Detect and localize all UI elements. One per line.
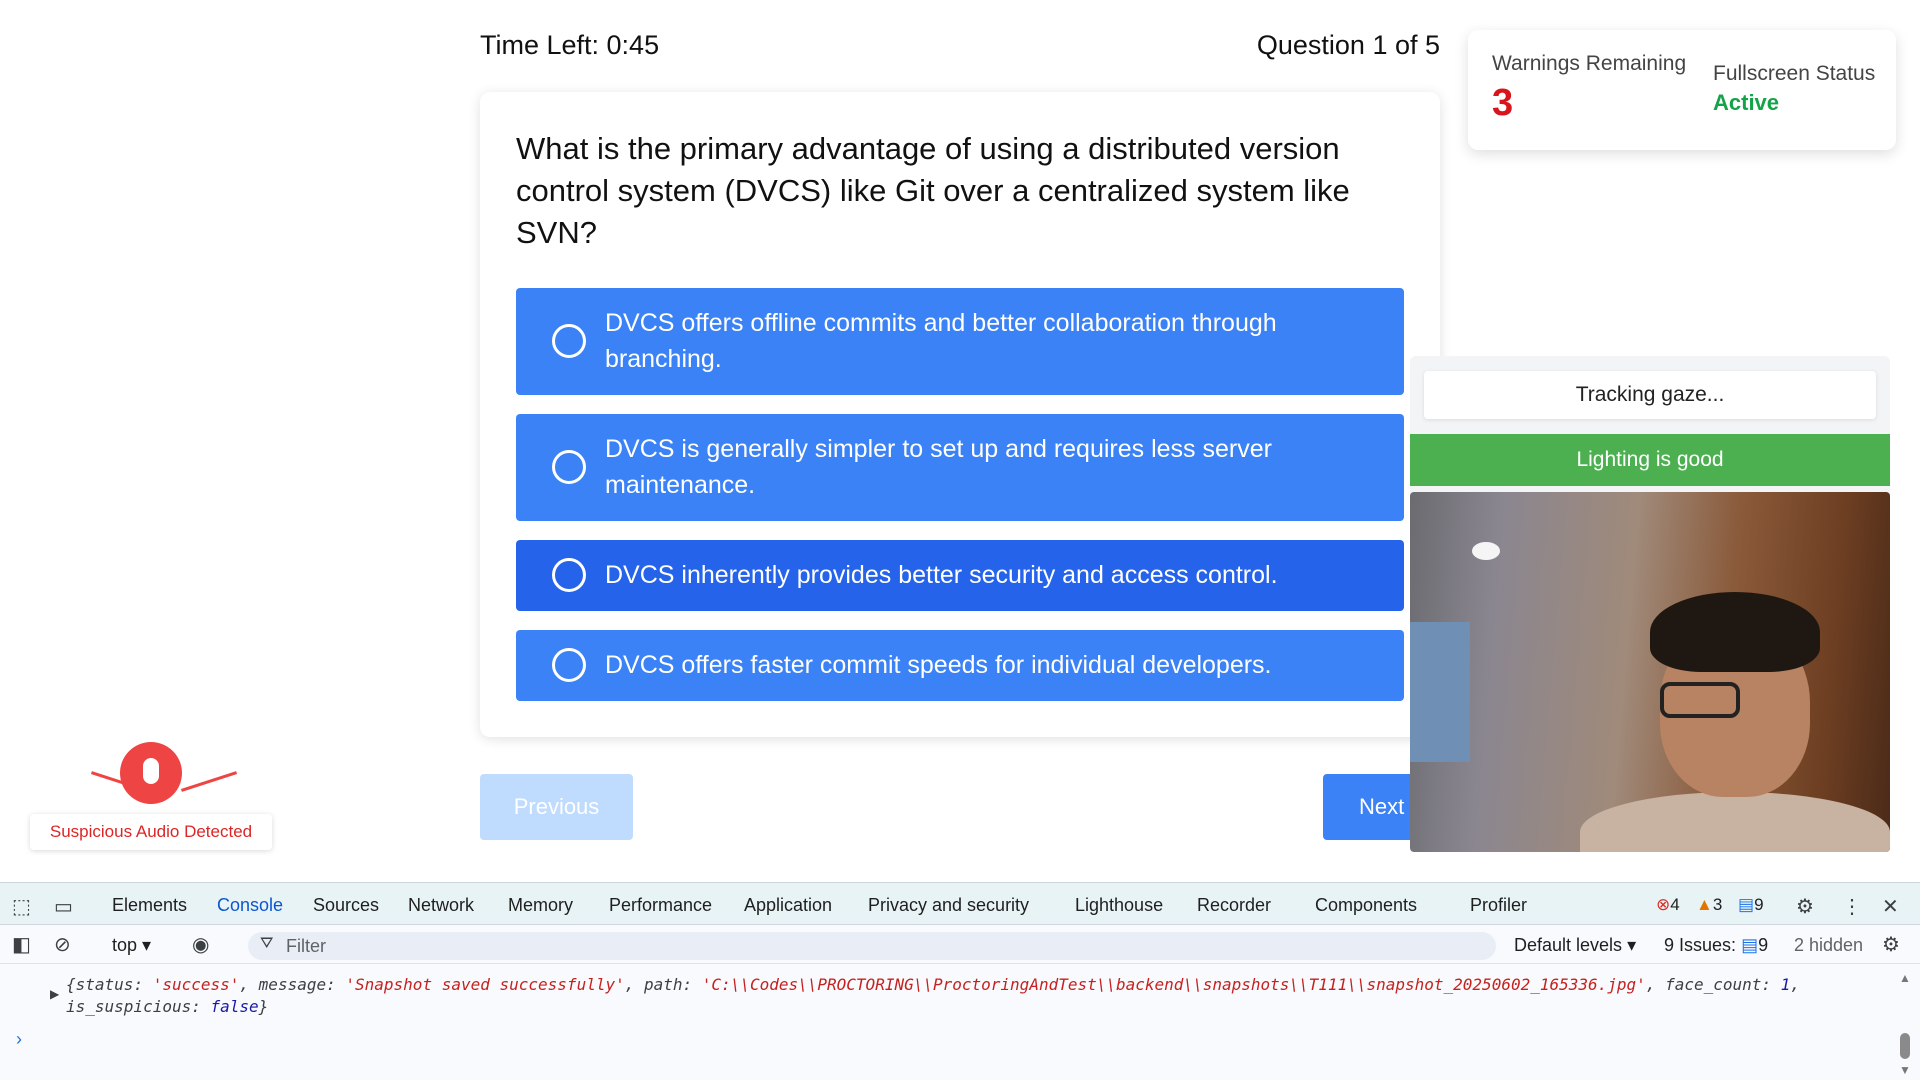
radio-icon[interactable]: [552, 558, 586, 592]
tab-performance[interactable]: Performance: [609, 895, 712, 916]
hidden-count: 2 hidden: [1794, 935, 1864, 955]
person-shoulders: [1580, 792, 1890, 852]
console-log-line-cont: is_suspicious: false}: [66, 997, 269, 1016]
warnings-label: Warnings Remaining: [1492, 52, 1687, 75]
settings-gear-icon[interactable]: ⚙: [1796, 894, 1814, 919]
tab-components[interactable]: Components: [1315, 895, 1417, 916]
tab-memory[interactable]: Memory: [508, 895, 573, 916]
filter-icon: ⛛: [260, 935, 274, 952]
context-selector[interactable]: top ▾: [112, 935, 151, 956]
clear-console-icon[interactable]: ⊘: [54, 932, 71, 957]
message-count-badge[interactable]: ▤9: [1738, 895, 1764, 915]
ceiling-light: [1472, 542, 1500, 560]
option-label: DVCS is generally simpler to set up and …: [605, 435, 1272, 499]
option-label: DVCS offers offline commits and better c…: [605, 309, 1277, 373]
glasses: [1660, 682, 1740, 718]
tab-elements[interactable]: Elements: [112, 895, 187, 916]
webcam-feed: [1410, 492, 1890, 852]
answer-option-1[interactable]: DVCS offers offline commits and better c…: [516, 288, 1404, 395]
sidebar-toggle-icon[interactable]: ◧: [12, 932, 31, 957]
close-icon[interactable]: ✕: [1882, 894, 1899, 919]
warnings-value: 3: [1492, 82, 1514, 124]
gaze-status: Tracking gaze...: [1424, 371, 1876, 419]
expand-arrow-icon[interactable]: ▶: [50, 987, 59, 1001]
proctor-panel: Tracking gaze... Lighting is good: [1410, 356, 1890, 852]
filter-input[interactable]: ⛛ Filter: [248, 932, 1496, 960]
error-count-badge[interactable]: ⊗4: [1656, 895, 1680, 915]
console-output: ▶ {status: 'success', message: 'Snapshot…: [0, 965, 1920, 1080]
person-hair: [1650, 592, 1820, 672]
log-levels-dropdown[interactable]: Default levels ▾: [1514, 935, 1636, 956]
window-shape: [1410, 622, 1470, 762]
question-card: What is the primary advantage of using a…: [480, 92, 1440, 737]
tab-network[interactable]: Network: [408, 895, 474, 916]
question-text: What is the primary advantage of using a…: [516, 131, 1350, 250]
time-left: Time Left: 0:45: [480, 30, 660, 60]
scroll-up-icon[interactable]: ▲: [1899, 971, 1911, 985]
microphone-icon: [120, 742, 182, 804]
radio-icon[interactable]: [552, 450, 586, 484]
tab-lighthouse[interactable]: Lighthouse: [1075, 895, 1163, 916]
eye-icon[interactable]: ◉: [192, 932, 209, 957]
answer-option-4[interactable]: DVCS offers faster commit speeds for ind…: [516, 630, 1404, 701]
devtools-panel: ⬚ ▭ Elements Console Sources Network Mem…: [0, 882, 1920, 1080]
question-counter: Question 1 of 5: [1256, 30, 1440, 60]
fullscreen-value: Active: [1713, 90, 1780, 115]
tab-recorder[interactable]: Recorder: [1197, 895, 1271, 916]
previous-button[interactable]: Previous: [480, 774, 633, 840]
tab-application[interactable]: Application: [744, 895, 832, 916]
message-icon: ▤: [1738, 895, 1755, 914]
warning-icon: ▲: [1696, 895, 1713, 914]
console-log-line[interactable]: {status: 'success', message: 'Snapshot s…: [66, 975, 1800, 994]
scroll-down-icon[interactable]: ▼: [1899, 1063, 1911, 1077]
audio-alert: Suspicious Audio Detected: [30, 736, 272, 850]
warning-count-badge[interactable]: ▲3: [1696, 895, 1722, 915]
radio-icon[interactable]: [552, 324, 586, 358]
scroll-thumb[interactable]: [1900, 1033, 1910, 1059]
filter-placeholder: Filter: [286, 936, 326, 956]
answer-option-3[interactable]: DVCS inherently provides better security…: [516, 540, 1404, 611]
console-settings-icon[interactable]: ⚙: [1882, 932, 1900, 957]
tab-console[interactable]: Console: [210, 895, 290, 930]
audio-alert-label: Suspicious Audio Detected: [30, 814, 272, 850]
status-card: Warnings Remaining 3 Fullscreen Status A…: [1468, 30, 1896, 150]
issues-button[interactable]: 9 Issues: ▤9: [1664, 935, 1768, 956]
fullscreen-label: Fullscreen Status: [1713, 62, 1876, 85]
answer-option-2[interactable]: DVCS is generally simpler to set up and …: [516, 414, 1404, 521]
option-label: DVCS offers faster commit speeds for ind…: [605, 651, 1272, 679]
sound-wave-right: [180, 771, 238, 792]
tab-sources[interactable]: Sources: [313, 895, 379, 916]
inspect-element-icon[interactable]: ⬚: [12, 894, 31, 919]
lighting-status: Lighting is good: [1410, 434, 1890, 486]
console-prompt[interactable]: ›: [16, 1029, 22, 1050]
console-toolbar: ◧ ⊘ top ▾ ◉ ⛛ Filter Default levels ▾ 9 …: [0, 926, 1920, 964]
option-label: DVCS inherently provides better security…: [605, 561, 1278, 589]
console-scrollbar[interactable]: ▲ ▼: [1898, 971, 1912, 1077]
error-icon: ⊗: [1656, 895, 1671, 914]
radio-icon[interactable]: [552, 648, 586, 682]
more-options-icon[interactable]: ⋮: [1842, 894, 1862, 919]
devtools-tabbar: ⬚ ▭ Elements Console Sources Network Mem…: [0, 883, 1920, 930]
device-toggle-icon[interactable]: ▭: [54, 894, 73, 919]
tab-profiler[interactable]: Profiler: [1470, 895, 1527, 916]
tab-privacy-security[interactable]: Privacy and security: [868, 895, 1029, 916]
